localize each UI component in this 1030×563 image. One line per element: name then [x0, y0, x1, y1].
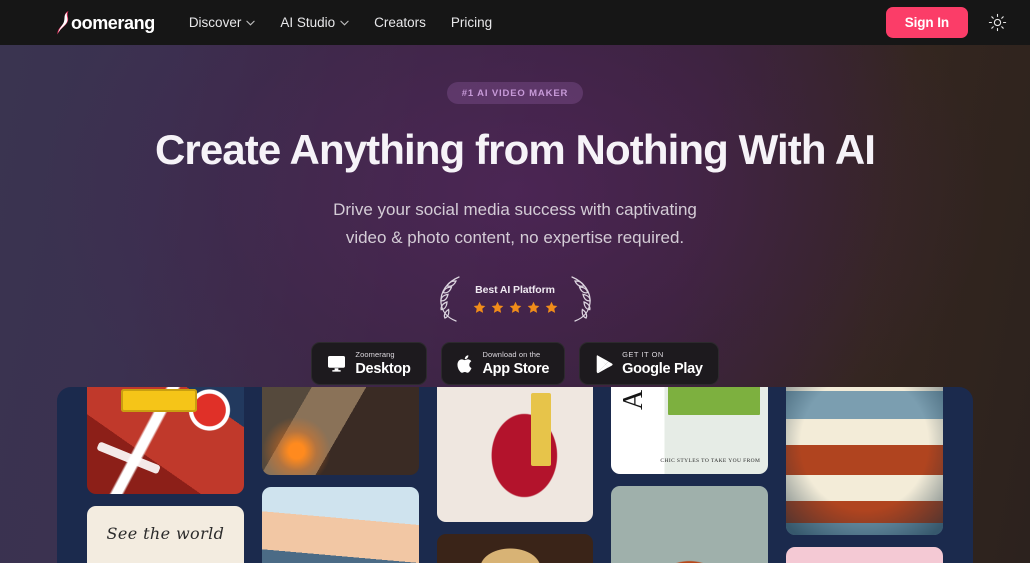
- status-badge: #1 AI VIDEO MAKER: [446, 82, 584, 104]
- google-play-icon: [595, 354, 613, 374]
- laurel-right-icon: [570, 276, 591, 322]
- zoomerang-logo[interactable]: oomerang: [55, 10, 155, 36]
- hero-section: #1 AI VIDEO MAKER Create Anything from N…: [0, 45, 1030, 386]
- award-badge: Best AI Platform: [0, 275, 1030, 323]
- google-play-download-button[interactable]: GET IT ON Google Play: [579, 342, 719, 386]
- store-button-top-label: Download on the: [482, 350, 541, 360]
- blonde-man-portrait-art[interactable]: [436, 534, 594, 563]
- sun-icon: [988, 13, 1006, 32]
- store-button-top-label: Zoomerang: [355, 350, 395, 360]
- striped-sweater-art[interactable]: [786, 387, 943, 535]
- top-navigation-bar: oomerang Discover AI Studio Creators Pri…: [0, 0, 1030, 45]
- hero-subtitle-line1: Drive your social media success with cap…: [333, 200, 697, 220]
- fantasy-warrior-art[interactable]: [261, 387, 419, 475]
- star-icon: [545, 301, 557, 314]
- brand-name: oomerang: [71, 12, 155, 33]
- showcase-gallery: See the world ARMO: [57, 387, 973, 563]
- nav-item-creators[interactable]: Creators: [364, 8, 436, 37]
- nav-item-discover[interactable]: Discover: [179, 8, 266, 37]
- gallery-column: [436, 387, 594, 563]
- travel-collage-card[interactable]: See the world: [87, 506, 244, 563]
- magazine-title-letters: ARMO: [618, 387, 650, 410]
- flash-superhero-art[interactable]: [87, 387, 244, 494]
- nav-right-actions: Sign In: [885, 7, 1008, 38]
- page-root: oomerang Discover AI Studio Creators Pri…: [0, 0, 1030, 563]
- star-icon: [527, 301, 539, 314]
- nav-item-label: AI Studio: [280, 15, 336, 30]
- gallery-column: See the world: [87, 387, 244, 563]
- app-download-buttons: Zoomerang Desktop Download on the App St…: [0, 342, 1030, 386]
- magazine-cover-art[interactable]: ARMO CHIC STYLES TO TAKE YOU FROM: [611, 387, 769, 474]
- chevron-down-icon: [246, 20, 255, 26]
- star-icon: [473, 301, 485, 314]
- nav-item-label: Creators: [374, 15, 426, 30]
- store-button-top-label: GET IT ON: [622, 350, 664, 360]
- store-button-bottom-label: Desktop: [355, 360, 411, 377]
- gallery-column: ARMO CHIC STYLES TO TAKE YOU FROM: [611, 387, 769, 563]
- gallery-column: [786, 387, 943, 563]
- laurel-left-icon: [439, 276, 460, 322]
- pastel-scene-art[interactable]: [786, 547, 943, 563]
- nav-item-ai-studio[interactable]: AI Studio: [270, 8, 359, 37]
- nav-item-label: Pricing: [450, 15, 493, 30]
- desktop-monitor-icon: [327, 355, 346, 372]
- nav-item-pricing[interactable]: Pricing: [441, 8, 502, 37]
- apple-logo-icon: [456, 354, 474, 374]
- red-dress-product-art[interactable]: [436, 387, 594, 522]
- store-button-bottom-label: App Store: [482, 360, 550, 377]
- hero-subtitle-line2: video & photo content, no expertise requ…: [345, 227, 685, 247]
- star-icon: [509, 301, 521, 314]
- nav-item-label: Discover: [188, 15, 242, 30]
- redhead-portrait-art[interactable]: [611, 486, 769, 563]
- travel-card-script-text: See the world: [106, 524, 225, 543]
- chevron-down-icon: [340, 20, 349, 26]
- hero-subtitle: Drive your social media success with cap…: [0, 196, 1030, 251]
- app-store-download-button[interactable]: Download on the App Store: [440, 342, 566, 386]
- desktop-download-button[interactable]: Zoomerang Desktop: [311, 342, 427, 386]
- nav-links: Discover AI Studio Creators Pricing: [179, 8, 502, 37]
- sunset-landscape-art[interactable]: [261, 487, 419, 563]
- gallery-column: [261, 387, 419, 563]
- store-button-bottom-label: Google Play: [622, 360, 703, 377]
- award-stars: [473, 301, 558, 314]
- theme-toggle-button[interactable]: [986, 12, 1008, 34]
- award-title: Best AI Platform: [475, 284, 555, 297]
- page-title: Create Anything from Nothing With AI: [154, 126, 876, 173]
- magazine-caption: CHIC STYLES TO TAKE YOU FROM: [660, 457, 761, 464]
- sign-in-button[interactable]: Sign In: [885, 7, 968, 38]
- zoomerang-z-mark-icon: [57, 10, 69, 34]
- magazine-photo: [667, 387, 761, 415]
- star-icon: [491, 301, 503, 314]
